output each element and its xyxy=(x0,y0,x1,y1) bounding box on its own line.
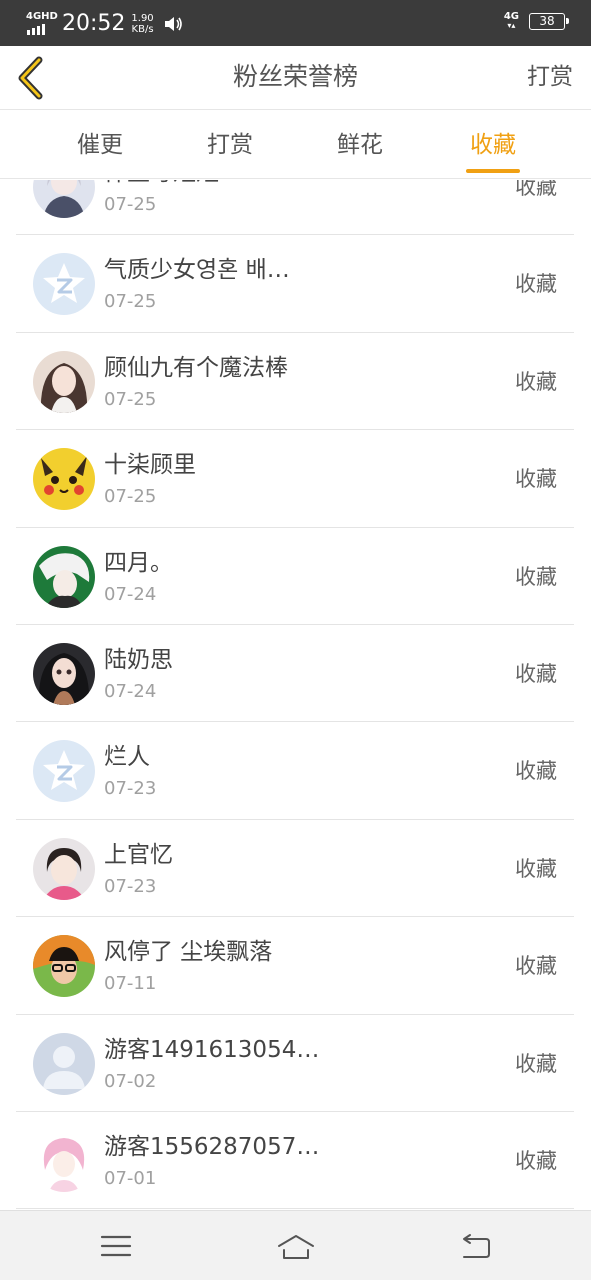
avatar xyxy=(33,1032,95,1095)
fan-action: 收藏 xyxy=(515,180,557,199)
fan-date: 07-25 xyxy=(104,291,157,313)
fan-date: 07-25 xyxy=(104,388,157,410)
reward-button[interactable]: 打赏 xyxy=(527,46,573,110)
fan-date: 07-02 xyxy=(104,1070,157,1092)
glasses-photo-avatar-icon xyxy=(33,935,95,998)
list-item[interactable]: 游客1491613054… 07-02 收藏 xyxy=(16,1015,574,1112)
avatar xyxy=(33,448,95,511)
tab-reward[interactable]: 打赏 xyxy=(170,111,290,179)
home-icon[interactable] xyxy=(276,1231,316,1261)
clock: 20:52 xyxy=(62,11,126,36)
avatar xyxy=(33,740,95,803)
avatar xyxy=(33,350,95,413)
status-bar: 4GHD 20:52 1.90 KB/s 4G ▾▴ 38 xyxy=(0,0,591,46)
fan-action: 收藏 xyxy=(515,564,557,589)
fan-action: 收藏 xyxy=(515,1148,557,1173)
list-item[interactable]: 顾仙九有个魔法棒 07-25 收藏 xyxy=(16,333,574,431)
fan-name: 四月。 xyxy=(104,549,173,576)
network-speed: 1.90 KB/s xyxy=(131,13,153,35)
fan-action: 收藏 xyxy=(515,661,557,686)
doll-avatar-icon xyxy=(33,642,95,705)
fan-date: 07-11 xyxy=(104,973,157,995)
list-item[interactable]: 气质少女영혼 배… 07-25 收藏 xyxy=(16,235,574,333)
fan-name: 十柒顾里 xyxy=(104,452,196,479)
fan-date: 07-24 xyxy=(104,583,157,605)
fan-name: 上官忆 xyxy=(104,841,173,868)
signal-icon: 4GHD xyxy=(26,11,58,36)
tab-favorites[interactable]: 收藏 xyxy=(433,111,553,179)
avatar xyxy=(33,642,95,705)
fan-action: 收藏 xyxy=(515,759,557,784)
menu-icon[interactable] xyxy=(96,1231,136,1261)
speaker-icon xyxy=(164,17,182,31)
list-item[interactable]: 游客1556287057… 07-01 收藏 xyxy=(16,1112,574,1210)
fan-date: 07-23 xyxy=(104,875,157,897)
fan-name: 顾仙九有个魔法棒 xyxy=(104,354,288,381)
photo-avatar-icon xyxy=(33,350,95,413)
avatar xyxy=(33,1129,95,1192)
system-nav-bar xyxy=(0,1210,591,1280)
avatar xyxy=(33,180,95,218)
fan-action: 收藏 xyxy=(515,856,557,881)
speed-unit: KB/s xyxy=(131,24,154,35)
list-item[interactable]: 仟生写短短 07-25 收藏 xyxy=(16,180,574,236)
fan-action: 收藏 xyxy=(515,272,557,297)
fan-date: 07-23 xyxy=(104,778,157,800)
fan-action: 收藏 xyxy=(515,369,557,394)
fan-date: 07-25 xyxy=(104,194,157,215)
fan-action: 收藏 xyxy=(515,467,557,492)
fan-action: 收藏 xyxy=(515,1051,557,1076)
fan-list: 仟生写短短 07-25 收藏 气质少女영혼 배… 07-25 收藏 xyxy=(16,180,574,1210)
fan-action: 收藏 xyxy=(515,954,557,979)
battery-level: 38 xyxy=(539,13,555,28)
network-type: 4GHD xyxy=(26,11,58,22)
list-item[interactable]: 四月。 07-24 收藏 xyxy=(16,528,574,625)
fan-date: 07-24 xyxy=(104,680,157,702)
avatar xyxy=(33,837,95,900)
default-qq-avatar-icon xyxy=(33,740,95,803)
fan-name: 烂人 xyxy=(104,744,150,771)
list-item[interactable]: 十柒顾里 07-25 收藏 xyxy=(16,430,574,528)
fan-name: 陆奶思 xyxy=(104,646,173,673)
tab-flowers[interactable]: 鲜花 xyxy=(300,111,420,179)
fan-date: 07-01 xyxy=(104,1167,157,1189)
app-header: 粉丝荣誉榜 打赏 xyxy=(0,46,591,110)
fan-date: 07-25 xyxy=(104,486,157,508)
speed-value: 1.90 xyxy=(131,13,154,24)
fan-name: 游客1491613054… xyxy=(104,1036,320,1063)
pikachu-avatar-icon xyxy=(33,448,95,511)
back-arrow-icon[interactable] xyxy=(456,1231,496,1261)
tab-urge[interactable]: 催更 xyxy=(40,111,160,179)
list-item[interactable]: 上官忆 07-23 收藏 xyxy=(16,820,574,918)
list-item[interactable]: 风停了 尘埃飘落 07-11 收藏 xyxy=(16,917,574,1015)
avatar xyxy=(33,253,95,316)
child-photo-avatar-icon xyxy=(33,837,95,900)
fan-name: 游客1556287057… xyxy=(104,1133,320,1160)
mobile-data-icon: 4G ▾▴ xyxy=(503,11,519,30)
fan-name: 气质少女영혼 배… xyxy=(104,257,290,284)
page-title: 粉丝荣誉榜 xyxy=(232,62,358,91)
default-person-avatar-icon xyxy=(33,1032,95,1095)
fan-name: 仟生写短短 xyxy=(104,180,219,188)
pink-hair-avatar-icon xyxy=(33,1129,95,1192)
anime-character-avatar-icon xyxy=(33,545,95,608)
list-item[interactable]: 烂人 07-23 收藏 xyxy=(16,722,574,820)
tab-bar: 催更 打赏 鲜花 收藏 xyxy=(0,111,591,179)
avatar xyxy=(33,935,95,998)
default-qq-avatar-icon xyxy=(33,253,95,316)
anime-girl-avatar-icon xyxy=(33,180,95,218)
avatar xyxy=(33,545,95,608)
list-item[interactable]: 陆奶思 07-24 收藏 xyxy=(16,625,574,723)
fan-name: 风停了 尘埃飘落 xyxy=(104,939,273,966)
battery-icon: 38 xyxy=(529,12,569,30)
